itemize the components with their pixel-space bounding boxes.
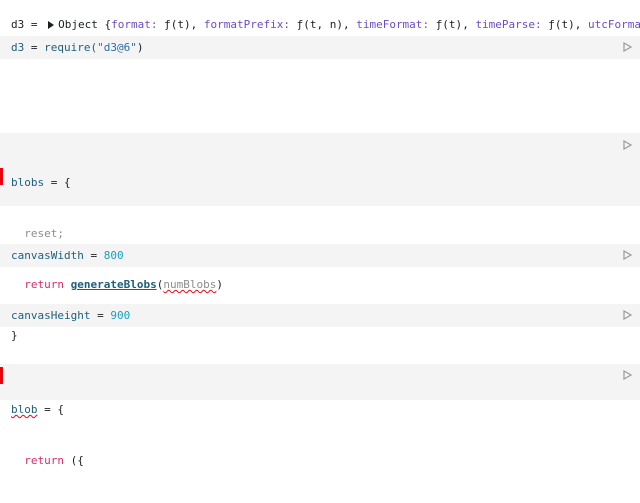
entry-key-format: format: [111, 18, 151, 31]
entry-key-timeFormat: timeFormat: [356, 18, 423, 31]
cell-canvas-height[interactable]: canvasHeight = 900: [0, 304, 640, 327]
error-indicator: [0, 367, 3, 384]
run-cell-icon[interactable]: [623, 310, 632, 320]
entry-val-format: ƒ(t): [164, 18, 191, 31]
entry-val-formatPrefix: ƒ(t, n): [296, 18, 343, 31]
run-cell-icon[interactable]: [623, 250, 632, 260]
object-label[interactable]: Object {: [58, 18, 111, 31]
output-name: d3: [11, 18, 25, 31]
run-cell-icon[interactable]: [623, 140, 632, 150]
run-cell-icon[interactable]: [623, 370, 632, 380]
cell-d3-code[interactable]: d3 = require("d3@6"): [11, 39, 143, 56]
run-cell-icon[interactable]: [623, 42, 632, 52]
expand-caret-icon[interactable]: [48, 21, 55, 29]
cell-blob-code[interactable]: blob = { return ({: [11, 367, 84, 503]
entry-key-timeParse: timeParse: [475, 18, 536, 31]
undefined-variable: numBlobs: [163, 278, 217, 291]
cell-canvas-width[interactable]: canvasWidth = 800: [0, 244, 640, 267]
generate-blobs-call[interactable]: generateBlobs: [71, 278, 157, 291]
cell-d3[interactable]: d3 = require("d3@6"): [0, 36, 640, 59]
cell-blobs[interactable]: blobs = { reset; return generateBlobs(nu…: [0, 133, 640, 342]
entry-key-utcFormat: utcFormat: [588, 18, 640, 31]
cell-blob[interactable]: blob = { return ({: [0, 364, 640, 467]
entry-key-formatPrefix: formatPrefix: [203, 18, 284, 31]
error-indicator: [0, 168, 3, 185]
d3-output: d3 = Object {format: ƒ(t), formatPrefix:…: [11, 17, 640, 33]
cell-canvas-width-code[interactable]: canvasWidth = 800: [11, 247, 124, 264]
entry-val-timeFormat: ƒ(t): [435, 18, 463, 31]
entry-val-timeParse: ƒ(t): [548, 18, 575, 31]
cell-canvas-height-code[interactable]: canvasHeight = 900: [11, 307, 130, 324]
